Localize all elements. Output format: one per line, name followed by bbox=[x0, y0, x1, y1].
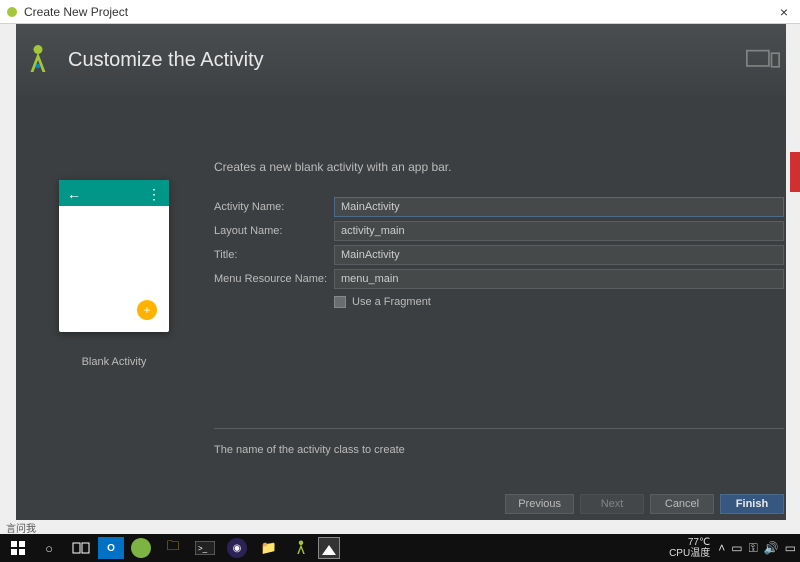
cpu-temp-widget[interactable]: 77℃ CPU温度 bbox=[669, 537, 710, 559]
taskview-icon[interactable] bbox=[66, 536, 96, 560]
window-titlebar: Create New Project × bbox=[0, 0, 800, 24]
action-center-icon[interactable]: ▭ bbox=[785, 541, 796, 556]
template-preview-panel: ← ⋮ + Blank Activity bbox=[44, 180, 184, 368]
row-use-fragment[interactable]: Use a Fragment bbox=[334, 296, 784, 308]
photos-icon[interactable] bbox=[318, 537, 340, 559]
label-menu-resource: Menu Resource Name: bbox=[214, 273, 334, 285]
label-layout-name: Layout Name: bbox=[214, 225, 334, 237]
wifi-icon[interactable]: ⚿ bbox=[749, 541, 758, 556]
finish-button[interactable]: Finish bbox=[720, 494, 784, 514]
wizard-button-bar: Previous Next Cancel Finish bbox=[505, 494, 784, 514]
input-layout-name[interactable] bbox=[334, 221, 784, 241]
folder-icon[interactable]: 📁 bbox=[254, 536, 284, 560]
outlook-icon[interactable]: O bbox=[98, 537, 124, 559]
form-description: Creates a new blank activity with an app… bbox=[214, 160, 784, 174]
label-use-fragment: Use a Fragment bbox=[352, 296, 431, 308]
phone-preview-appbar: ← ⋮ bbox=[59, 180, 169, 206]
background-right-strip bbox=[786, 24, 800, 534]
window-title: Create New Project bbox=[24, 5, 128, 19]
wizard-title: Customize the Activity bbox=[68, 49, 264, 72]
previous-button[interactable]: Previous bbox=[505, 494, 574, 514]
file-explorer-icon[interactable]: 🗀 bbox=[158, 536, 188, 560]
battery-icon[interactable]: ▭ bbox=[731, 541, 742, 556]
background-text: 言问我 bbox=[6, 520, 36, 535]
form-panel: Creates a new blank activity with an app… bbox=[214, 160, 784, 308]
input-activity-name[interactable] bbox=[334, 197, 784, 217]
input-menu-resource[interactable] bbox=[334, 269, 784, 289]
line-app-icon[interactable] bbox=[126, 536, 156, 560]
back-arrow-icon: ← bbox=[67, 186, 81, 202]
red-accent bbox=[790, 152, 800, 192]
hint-divider bbox=[214, 428, 784, 429]
overflow-menu-icon: ⋮ bbox=[147, 186, 161, 203]
app-icon bbox=[6, 6, 18, 18]
next-button: Next bbox=[580, 494, 644, 514]
input-title[interactable] bbox=[334, 245, 784, 265]
row-menu-resource: Menu Resource Name: bbox=[214, 268, 784, 290]
wizard-header: Customize the Activity bbox=[0, 24, 800, 96]
cortana-icon[interactable]: ○ bbox=[34, 536, 64, 560]
eclipse-icon[interactable]: ◉ bbox=[222, 536, 252, 560]
fab-icon: + bbox=[137, 300, 157, 320]
device-icon bbox=[746, 48, 780, 72]
checkbox-use-fragment[interactable] bbox=[334, 296, 346, 308]
preview-caption: Blank Activity bbox=[44, 356, 184, 368]
close-icon[interactable]: × bbox=[774, 4, 794, 20]
background-bottom-strip: 言问我 bbox=[0, 520, 800, 534]
system-tray: 77℃ CPU温度 ˄ ▭ ⚿ 🔊 ▭ bbox=[669, 537, 796, 559]
hint-text: The name of the activity class to create bbox=[214, 444, 405, 456]
start-button[interactable] bbox=[4, 536, 32, 560]
android-studio-taskbar-icon[interactable] bbox=[286, 536, 316, 560]
label-activity-name: Activity Name: bbox=[214, 201, 334, 213]
phone-preview: ← ⋮ + bbox=[59, 180, 169, 332]
background-left-strip bbox=[0, 24, 16, 534]
terminal-icon[interactable]: >_ bbox=[190, 536, 220, 560]
cancel-button[interactable]: Cancel bbox=[650, 494, 714, 514]
row-layout-name: Layout Name: bbox=[214, 220, 784, 242]
wizard-body: ← ⋮ + Blank Activity Creates a new blank… bbox=[16, 96, 784, 520]
svg-text:>_: >_ bbox=[198, 544, 208, 553]
label-title: Title: bbox=[214, 249, 334, 261]
volume-icon[interactable]: 🔊 bbox=[764, 541, 779, 556]
android-studio-icon bbox=[20, 42, 56, 78]
tray-chevron-icon[interactable]: ˄ bbox=[718, 541, 725, 556]
row-title: Title: bbox=[214, 244, 784, 266]
windows-taskbar: ○ O 🗀 >_ ◉ 📁 77℃ CPU温度 ˄ ▭ ⚿ 🔊 ▭ bbox=[0, 534, 800, 562]
row-activity-name: Activity Name: bbox=[214, 196, 784, 218]
